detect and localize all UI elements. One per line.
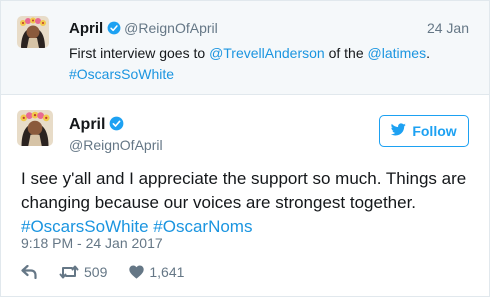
- author-handle[interactable]: @ReignOfApril: [124, 20, 218, 36]
- avatar[interactable]: [17, 16, 49, 48]
- tweet-date[interactable]: 24 Jan: [427, 20, 469, 36]
- text-segment: of the: [324, 45, 368, 61]
- heart-icon: [129, 265, 145, 279]
- mention-link[interactable]: @latimes: [368, 45, 427, 61]
- follow-label: Follow: [412, 123, 457, 139]
- author-name[interactable]: April: [69, 20, 103, 37]
- avatar-image: [17, 16, 49, 48]
- parent-tweet[interactable]: April @ReignOfApril 24 Jan First intervie…: [1, 1, 489, 95]
- verified-badge-icon: [109, 116, 124, 136]
- twitter-bird-icon: [391, 123, 407, 139]
- follow-button[interactable]: Follow: [379, 115, 469, 147]
- tweet-body: I see y'all and I appreciate the support…: [21, 169, 467, 212]
- parent-tweet-text: First interview goes to @TrevellAnderson…: [69, 43, 469, 85]
- verified-badge-icon: [107, 21, 121, 39]
- hashtag-link[interactable]: #OscarNoms: [153, 217, 252, 236]
- hashtag-link[interactable]: #OscarsSoWhite: [69, 66, 174, 82]
- like-count: 1,641: [149, 264, 185, 280]
- text-segment: First interview goes to: [69, 45, 210, 61]
- parent-header: April @ReignOfApril: [69, 20, 218, 39]
- like-button[interactable]: 1,641: [129, 264, 184, 280]
- avatar[interactable]: [17, 110, 53, 146]
- main-tweet: April @ReignOfApril Follow I see y'all a…: [1, 95, 489, 296]
- text-segment: .: [426, 45, 430, 61]
- tweet-embed: April @ReignOfApril 24 Jan First intervie…: [0, 0, 490, 297]
- tweet-timestamp[interactable]: 9:18 PM - 24 Jan 2017: [21, 235, 163, 251]
- author-handle[interactable]: @ReignOfApril: [69, 137, 163, 153]
- tweet-text: I see y'all and I appreciate the support…: [21, 167, 471, 239]
- author-name-row: April: [69, 116, 127, 136]
- author-name[interactable]: April: [69, 116, 105, 133]
- reply-icon: [21, 265, 37, 279]
- retweet-icon: [59, 265, 79, 279]
- retweet-button[interactable]: 509: [59, 264, 107, 280]
- retweet-count: 509: [84, 264, 108, 280]
- avatar-image: [17, 110, 53, 146]
- mention-link[interactable]: @TrevellAnderson: [209, 45, 325, 61]
- hashtag-link[interactable]: #OscarsSoWhite: [21, 217, 149, 236]
- tweet-actions: 509 1,641: [21, 264, 206, 280]
- reply-button[interactable]: [21, 265, 37, 279]
